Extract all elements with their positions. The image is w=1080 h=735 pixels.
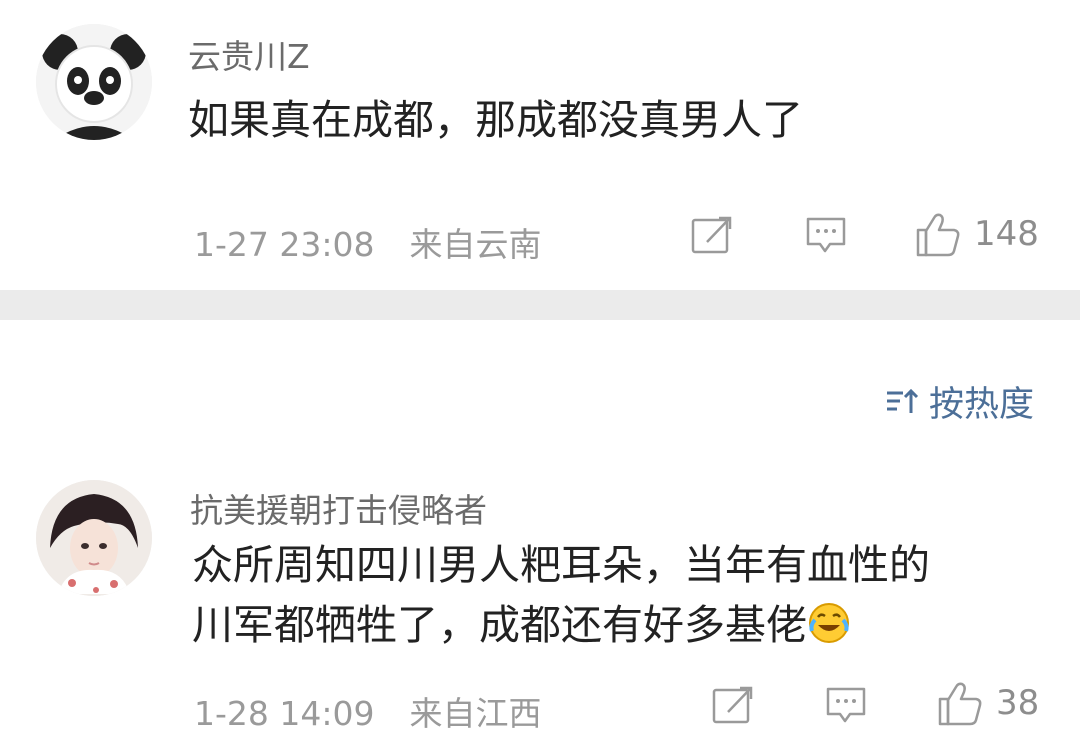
comment-text: 如果真在成都，那成都没真男人了	[188, 90, 803, 150]
comment-text-line: 如果真在成都，那成都没真男人了	[188, 96, 803, 144]
user-avatar[interactable]	[36, 24, 152, 140]
panda-avatar-icon	[36, 24, 152, 140]
comment-location: 来自江西	[409, 694, 542, 733]
like-button[interactable]: 148	[914, 210, 1039, 258]
comment-timestamp: 1-28 14:09	[194, 694, 375, 733]
username[interactable]: 抗美援朝打击侵略者	[190, 484, 487, 532]
comment-text: 众所周知四川男人粑耳朵，当年有血性的 川军都牺牲了，成都还有好多基佬	[192, 535, 930, 655]
comment-text-line: 众所周知四川男人粑耳朵，当年有血性的	[192, 541, 930, 589]
comment-meta: 1-28 14:09 来自江西	[194, 687, 542, 735]
thumbs-up-icon	[916, 213, 960, 257]
share-button[interactable]	[711, 684, 753, 726]
like-button[interactable]: 38	[936, 679, 1039, 727]
comment-timestamp: 1-27 23:08	[194, 225, 375, 264]
sort-by-hot-button[interactable]: 按热度	[885, 376, 1034, 427]
reply-button[interactable]	[825, 686, 867, 724]
share-icon	[712, 686, 753, 724]
comment-text-line-with-emoji: 川军都牺牲了，成都还有好多基佬	[192, 595, 930, 655]
comment-meta: 1-27 23:08 来自云南	[194, 218, 542, 266]
user-avatar[interactable]	[36, 480, 152, 596]
username[interactable]: 云贵川Z	[188, 30, 310, 78]
share-icon	[691, 216, 732, 254]
girl-avatar-icon	[36, 480, 152, 596]
reply-button[interactable]	[805, 216, 847, 254]
like-count: 148	[974, 214, 1039, 254]
like-count: 38	[996, 683, 1040, 723]
laughing-crying-emoji-icon	[807, 601, 851, 645]
comment-location: 来自云南	[409, 225, 542, 264]
comment-card-1: 云贵川Z 如果真在成都，那成都没真男人了 1-27 23:08 来自云南 148	[0, 0, 1080, 290]
sort-label: 按热度	[928, 385, 1034, 425]
comment-icon	[826, 687, 866, 723]
section-divider	[0, 290, 1080, 320]
comment-text-line: 川军都牺牲了，成都还有好多基佬	[192, 601, 807, 649]
comment-card-2: 抗美援朝打击侵略者 众所周知四川男人粑耳朵，当年有血性的 川军都牺牲了，成都还有…	[0, 450, 1080, 733]
share-button[interactable]	[690, 214, 732, 256]
sort-icon	[886, 388, 919, 413]
comment-icon	[806, 217, 846, 253]
thumbs-up-icon	[938, 682, 982, 726]
